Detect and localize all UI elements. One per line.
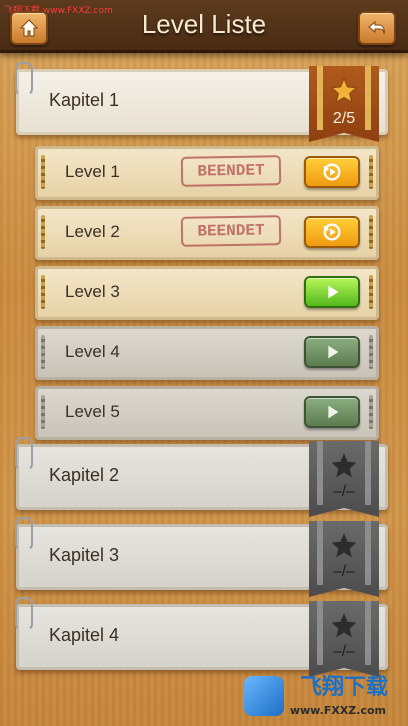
play-icon (328, 285, 339, 299)
level-row-5[interactable]: Level 5 (35, 386, 379, 440)
rope-decoration (41, 215, 45, 249)
chapter-label: Kapitel 3 (49, 545, 120, 565)
rope-decoration (369, 395, 373, 429)
score-ribbon: –/– (309, 441, 379, 517)
completed-stamp: BEENDET (180, 155, 282, 187)
level-label: Level 4 (65, 342, 120, 361)
page-title: Level Liste (141, 9, 267, 39)
level-label: Level 2 (65, 222, 120, 241)
back-arrow-icon (368, 20, 385, 35)
score-ribbon: –/– (309, 601, 379, 677)
star-icon (331, 613, 357, 638)
chapter-card-1[interactable]: Kapitel 1 2/5 (15, 62, 388, 142)
rope-decoration (41, 395, 45, 429)
level-label: Level 1 (65, 162, 120, 181)
rope-decoration (369, 335, 373, 369)
chapter-label: Kapitel 2 (49, 465, 120, 485)
chapter-label: Kapitel 4 (49, 625, 120, 645)
chapter-score: –/– (332, 563, 356, 580)
watermark-logo: 飞翔下载 www.FXXZ.com (240, 675, 402, 722)
chapter-score: –/– (332, 483, 356, 500)
play-icon (328, 345, 339, 359)
chapter-card-3[interactable]: Kapitel 3 –/– (15, 517, 388, 597)
chapter-score: 2/5 (332, 110, 356, 127)
chapter-score: –/– (332, 643, 356, 660)
completed-stamp: BEENDET (180, 215, 282, 247)
top-bar: 飞翔下载 www.FXXZ.com Level Liste (0, 0, 408, 53)
replay-button[interactable] (304, 156, 360, 188)
paperclip-icon (15, 437, 33, 471)
rope-decoration (369, 215, 373, 249)
watermark-url: www.FXXZ.com (289, 704, 386, 717)
play-button-disabled[interactable] (304, 396, 360, 428)
star-icon (331, 453, 357, 478)
star-icon (329, 76, 359, 104)
score-ribbon: 2/5 (309, 66, 379, 142)
chapter-card-4[interactable]: Kapitel 4 –/– (15, 597, 388, 677)
rope-decoration (41, 155, 45, 189)
rope-decoration (41, 275, 45, 309)
star-icon (331, 533, 357, 558)
level-row-2[interactable]: Level 2 BEENDET (35, 206, 379, 260)
brand-logo-icon (244, 676, 284, 716)
level-label: Level 5 (65, 402, 120, 421)
paperclip-icon (15, 62, 33, 96)
replay-button[interactable] (304, 216, 360, 248)
play-button-disabled[interactable] (304, 336, 360, 368)
replay-icon (323, 223, 341, 241)
paperclip-icon (15, 597, 33, 631)
rope-decoration (369, 155, 373, 189)
play-icon (328, 405, 339, 419)
score-ribbon: –/– (309, 521, 379, 597)
chapter-card-2[interactable]: Kapitel 2 –/– (15, 437, 388, 517)
level-row-4[interactable]: Level 4 (35, 326, 379, 380)
rope-decoration (369, 275, 373, 309)
rope-decoration (41, 335, 45, 369)
chapter-label: Kapitel 1 (49, 90, 120, 110)
paperclip-icon (15, 517, 33, 551)
play-button[interactable] (304, 276, 360, 308)
back-button[interactable] (358, 11, 396, 45)
level-row-1[interactable]: Level 1 BEENDET (35, 146, 379, 200)
watermark-brand: 飞翔下载 (299, 675, 388, 700)
level-row-3[interactable]: Level 3 (35, 266, 379, 320)
replay-icon (323, 163, 341, 181)
level-label: Level 3 (65, 282, 120, 301)
